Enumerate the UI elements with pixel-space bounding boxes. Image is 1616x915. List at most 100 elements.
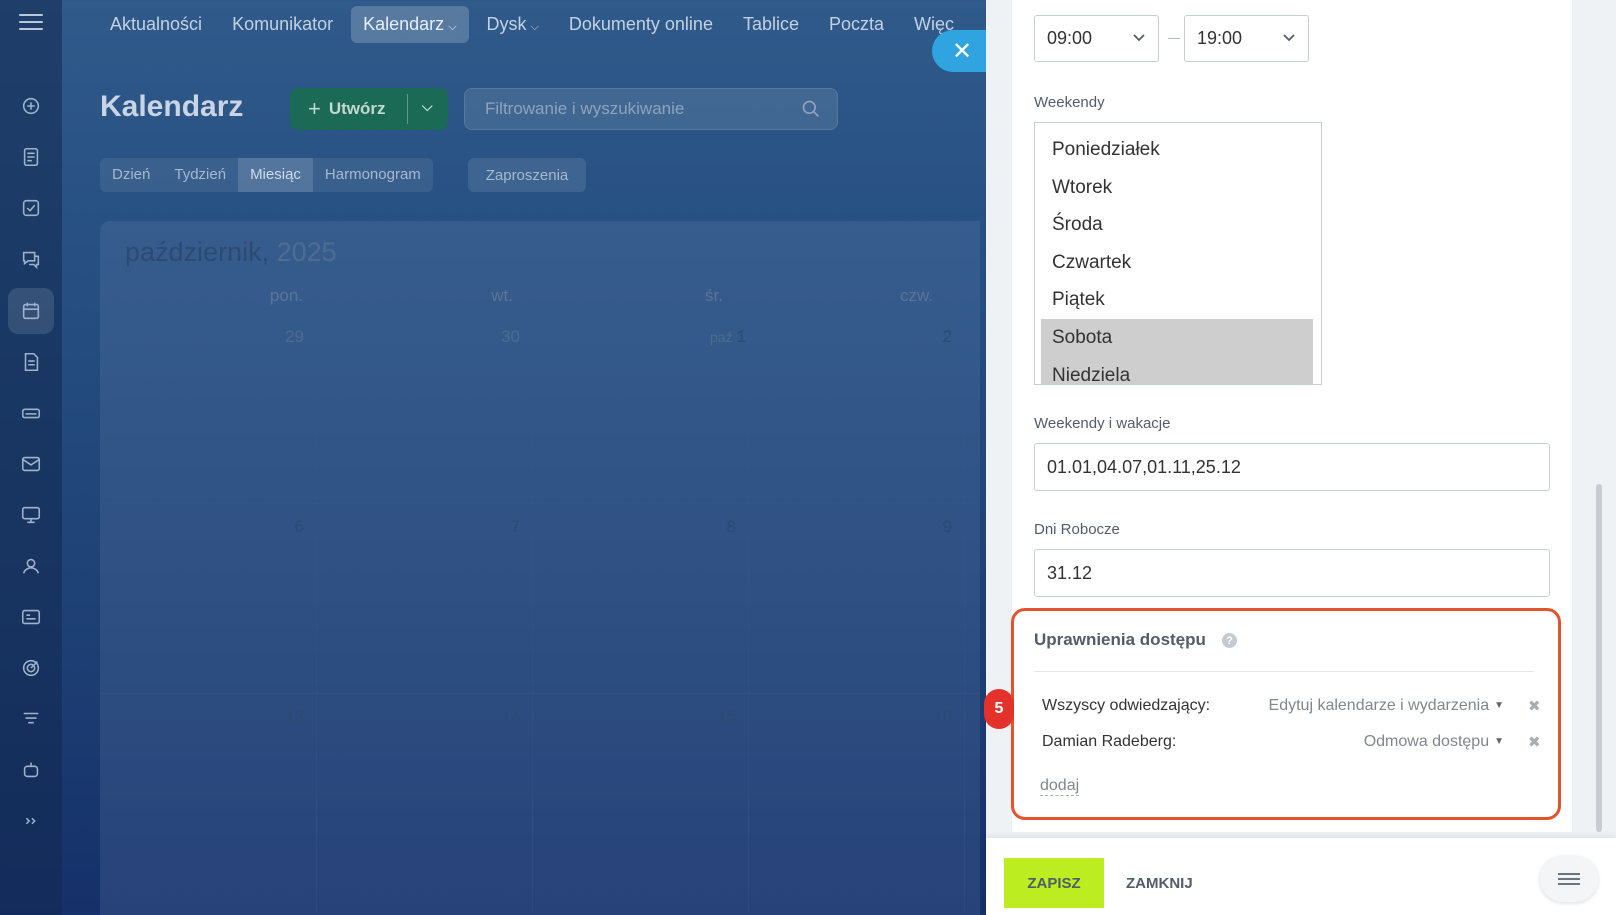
caret-down-icon: ▼: [1494, 700, 1504, 711]
tasks-icon[interactable]: [8, 185, 54, 231]
panel-footer: ZAPISZ ZAMKNIJ: [986, 838, 1616, 915]
weekend-option[interactable]: Wtorek: [1041, 169, 1313, 207]
weekend-option[interactable]: Poniedziałek: [1041, 131, 1313, 169]
calendar-month-title: październik, 2025: [125, 237, 337, 268]
caret-down-icon: ▼: [1494, 736, 1504, 747]
menu-icon[interactable]: [1540, 856, 1598, 902]
nav-item-messenger[interactable]: Komunikator: [220, 6, 345, 43]
nav-label: Komunikator: [232, 13, 334, 34]
robot-icon[interactable]: [8, 747, 54, 793]
boards-icon[interactable]: [8, 492, 54, 538]
weekends-multiselect[interactable]: Poniedziałek Wtorek Środa Czwartek Piąte…: [1034, 122, 1322, 385]
day-number[interactable]: 14: [320, 707, 520, 727]
calendar-icon[interactable]: [8, 288, 54, 334]
invitations-button[interactable]: Zaproszenia: [468, 158, 586, 192]
grid-line: [964, 313, 965, 913]
mail-icon[interactable]: [8, 441, 54, 487]
documents-icon[interactable]: [8, 339, 54, 385]
add-access-link[interactable]: dodaj: [1040, 776, 1080, 796]
chevron-down-icon: ⌵: [530, 20, 539, 33]
weekday-label: czw.: [899, 286, 933, 305]
day-number[interactable]: paź 1: [536, 327, 746, 347]
grid-line: [316, 313, 317, 913]
crm-icon[interactable]: [8, 594, 54, 640]
more-icon[interactable]: [8, 798, 54, 844]
weekend-option[interactable]: Piątek: [1041, 281, 1313, 319]
remove-icon[interactable]: ✖: [1528, 733, 1541, 751]
day-number[interactable]: 16: [752, 707, 952, 727]
work-time-from-select[interactable]: 09:00: [1034, 15, 1159, 62]
nav-item-calendar[interactable]: Kalendarz ⌵: [351, 5, 469, 43]
close-button[interactable]: ZAMKNIJ: [1126, 858, 1193, 908]
day-number[interactable]: 7: [320, 517, 520, 537]
access-level-select[interactable]: Odmowa dostępu ▼: [1204, 733, 1504, 751]
help-icon[interactable]: ?: [1222, 633, 1237, 648]
day-number[interactable]: 8: [536, 517, 736, 537]
day-number-value: 1: [736, 327, 746, 346]
weekend-option-selected[interactable]: Sobota: [1041, 319, 1313, 357]
employees-icon[interactable]: [8, 543, 54, 589]
remove-icon[interactable]: ✖: [1528, 697, 1541, 715]
workdays-input[interactable]: 31.12: [1034, 549, 1550, 597]
weekend-option[interactable]: Środa: [1041, 206, 1313, 244]
create-button[interactable]: + Utwórz ⌵: [290, 88, 448, 130]
panel-scrollbar[interactable]: [1596, 484, 1602, 832]
weekday-label: pon.: [269, 286, 303, 305]
tab-day[interactable]: Dzień: [100, 158, 163, 192]
tab-month[interactable]: Miesiąc: [238, 158, 313, 192]
settings-panel: 09:00 19:00 Weekendy Poniedziałek Wtorek…: [986, 0, 1616, 915]
access-level-value: Odmowa dostępu: [1363, 733, 1490, 750]
access-level-select[interactable]: Edytuj kalendarze i wydarzenia ▼: [1204, 697, 1504, 715]
drive-icon[interactable]: [8, 390, 54, 436]
weekday-label: wt.: [491, 286, 513, 305]
weekend-option-selected[interactable]: Niedziela: [1041, 357, 1313, 384]
divider: [1034, 671, 1534, 672]
nav-item-drive[interactable]: Dysk ⌵: [475, 6, 551, 43]
nav-item-mail[interactable]: Poczta: [817, 6, 896, 43]
day-number[interactable]: 30: [320, 327, 520, 347]
save-button[interactable]: ZAPISZ: [1004, 858, 1104, 908]
access-subject: Damian Radeberg:: [1042, 733, 1177, 750]
search-input[interactable]: Filtrowanie i wyszukiwanie: [464, 88, 838, 130]
tab-week[interactable]: Tydzień: [162, 158, 239, 192]
tab-schedule[interactable]: Harmonogram: [312, 158, 433, 192]
sales-funnel-icon[interactable]: [8, 696, 54, 742]
day-number[interactable]: 6: [104, 517, 304, 537]
button-divider: [407, 94, 408, 124]
holidays-label: Weekendy i wakacje: [1034, 415, 1171, 432]
search-icon[interactable]: [801, 99, 821, 119]
month-calendar: październik, 2025 pon. wt. śr. czw. 29 3…: [100, 221, 980, 915]
day-number[interactable]: 15: [536, 707, 736, 727]
month-prefix: paź: [709, 329, 733, 345]
nav-label: Aktualności: [110, 13, 203, 34]
activity-stream-icon[interactable]: [8, 83, 54, 129]
nav-item-online-docs[interactable]: Dokumenty online: [557, 6, 725, 43]
nav-item-boards[interactable]: Tablice: [731, 6, 811, 43]
page-title: Kalendarz: [100, 90, 244, 123]
news-icon[interactable]: [8, 134, 54, 180]
nav-label: Tablice: [742, 13, 799, 34]
day-number[interactable]: 9: [752, 517, 952, 537]
close-panel-button[interactable]: ✕: [932, 30, 994, 72]
goals-icon[interactable]: [8, 645, 54, 691]
weekends-label: Weekendy: [1034, 94, 1105, 111]
work-time-to-select[interactable]: 19:00: [1184, 15, 1309, 62]
chat-icon[interactable]: [8, 236, 54, 282]
chevron-down-icon: ⌵: [448, 20, 457, 33]
weekend-option[interactable]: Czwartek: [1041, 244, 1313, 282]
nav-label: Kalendarz: [363, 13, 445, 34]
nav-label: Dokumenty online: [568, 13, 713, 34]
grid-line: [532, 313, 533, 913]
nav-item-news[interactable]: Aktualności: [98, 6, 214, 43]
holidays-input[interactable]: 01.01,04.07,01.11,25.12: [1034, 443, 1550, 491]
day-number[interactable]: 29: [104, 327, 304, 347]
chevron-down-icon[interactable]: ⌵: [422, 98, 433, 115]
menu-icon[interactable]: [19, 14, 43, 32]
workdays-label: Dni Robocze: [1034, 521, 1120, 538]
plus-icon: +: [308, 96, 321, 121]
create-button-label: Utwórz: [328, 99, 386, 118]
search-placeholder: Filtrowanie i wyszukiwanie: [485, 99, 685, 118]
day-number[interactable]: 2: [752, 327, 952, 347]
day-number[interactable]: 13: [104, 707, 304, 727]
view-tabs: Dzień Tydzień Miesiąc Harmonogram: [100, 158, 433, 192]
